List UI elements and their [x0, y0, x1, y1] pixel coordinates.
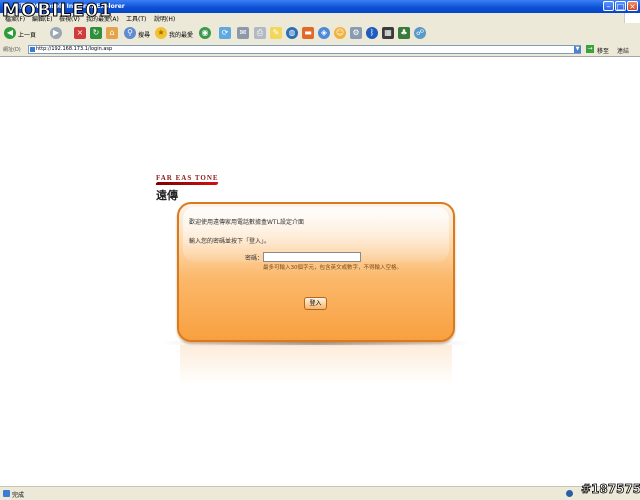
home-icon[interactable]: ⌂	[106, 27, 118, 39]
edit-icon[interactable]: ✎	[270, 27, 282, 39]
address-label: 網址(D)	[3, 47, 21, 53]
globe-icon[interactable]: ◍	[286, 27, 298, 39]
address-url[interactable]: http://192.168.173.1/login.asp	[36, 46, 112, 52]
favorites-label[interactable]: 我的最愛	[169, 30, 193, 39]
close-button[interactable]: ×	[627, 1, 638, 11]
favorites-icon[interactable]: ★	[155, 27, 167, 39]
maximize-button[interactable]: □	[615, 1, 626, 11]
panel-reflection	[180, 345, 452, 385]
address-dropdown-icon[interactable]: ▼	[574, 46, 581, 53]
password-label: 密碼：	[245, 255, 264, 262]
messenger-icon[interactable]: ◈	[318, 27, 330, 39]
logo-chinese: 遠傳	[156, 189, 178, 202]
menu-help[interactable]: 說明(H)	[154, 14, 175, 23]
address-bar: 網址(D) http://192.168.173.1/login.asp ▼ →…	[0, 43, 640, 57]
logo-text: FAR EAS TONE	[156, 174, 219, 182]
watermark-logo: MOBILE01	[1, 0, 113, 22]
links-button[interactable]: 連結	[617, 46, 629, 55]
page-done-icon	[3, 490, 10, 497]
status-bar: 完成	[0, 486, 640, 500]
go-icon[interactable]: →	[586, 45, 594, 53]
login-button[interactable]: 登入	[304, 297, 327, 310]
instruction-text: 輸入您的密碼並按下「登入」。	[189, 238, 271, 245]
logo-swoosh	[155, 182, 219, 185]
addon-icon[interactable]: ▬	[302, 27, 314, 39]
forward-icon[interactable]: ▶	[50, 27, 62, 39]
smiley-icon[interactable]: ☺	[334, 27, 346, 39]
film-icon[interactable]: ▦	[382, 27, 394, 39]
fareastone-logo: FAR EAS TONE 遠傳	[155, 174, 220, 203]
go-button[interactable]: 移至	[597, 46, 609, 55]
tree-icon[interactable]: ♣	[398, 27, 410, 39]
network-icon[interactable]: ☍	[414, 27, 426, 39]
welcome-text: 歡迎使用遠傳家用電話數據盒WTL設定介面	[189, 219, 304, 226]
password-input[interactable]	[263, 252, 361, 262]
search-icon[interactable]: ⚲	[124, 27, 136, 39]
zone-icon	[566, 490, 573, 497]
print-icon[interactable]: ⎙	[254, 27, 266, 39]
minimize-button[interactable]: –	[603, 1, 614, 11]
stop-icon[interactable]: ×	[74, 27, 86, 39]
mail-icon[interactable]: ✉	[237, 27, 249, 39]
back-label[interactable]: 上一頁	[18, 30, 36, 39]
windows-logo-icon	[624, 13, 640, 23]
bluetooth-icon[interactable]: ᛒ	[366, 27, 378, 39]
password-hint: 最多可輸入30個字元，包含英文或數字，不得輸入空格。	[263, 265, 403, 271]
history-icon[interactable]: ⟳	[219, 27, 231, 39]
status-text: 完成	[12, 492, 25, 499]
refresh-icon[interactable]: ↻	[90, 27, 102, 39]
toolbar: ◀ 上一頁 ▶ × ↻ ⌂ ⚲ 搜尋 ★ 我的最愛 ◉ ⟳ ✉ ⎙ ✎ ◍ ▬ …	[0, 24, 640, 44]
media-icon[interactable]: ◉	[199, 27, 211, 39]
back-icon[interactable]: ◀	[4, 27, 16, 39]
search-label[interactable]: 搜尋	[138, 30, 150, 39]
menu-tools[interactable]: 工具(T)	[126, 14, 146, 23]
page-icon	[30, 47, 35, 52]
watermark-id: #187575	[581, 482, 640, 497]
tools-icon[interactable]: ⚙	[350, 27, 362, 39]
